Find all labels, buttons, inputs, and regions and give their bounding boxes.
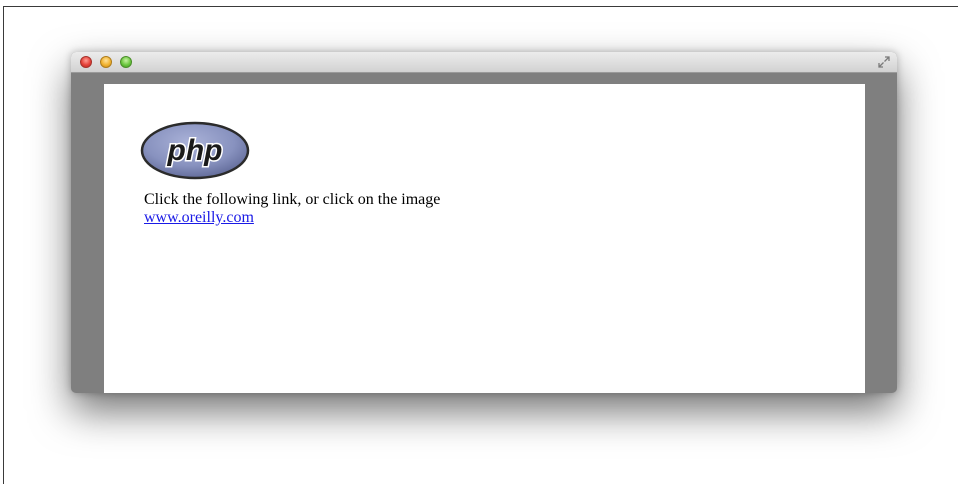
window-minimize-button[interactable]	[100, 56, 112, 68]
window-zoom-button[interactable]	[120, 56, 132, 68]
window-close-button[interactable]	[80, 56, 92, 68]
window-titlebar[interactable]	[71, 52, 897, 73]
browser-window: php php Click the following link, or cli…	[71, 52, 897, 393]
oreilly-link[interactable]: www.oreilly.com	[144, 209, 254, 227]
page-content: php php Click the following link, or cli…	[104, 84, 865, 393]
php-logo-image-link[interactable]: php php	[140, 121, 250, 180]
instruction-text: Click the following link, or click on th…	[144, 191, 441, 208]
php-logo-text: php	[167, 134, 223, 167]
fullscreen-icon[interactable]	[878, 56, 890, 68]
